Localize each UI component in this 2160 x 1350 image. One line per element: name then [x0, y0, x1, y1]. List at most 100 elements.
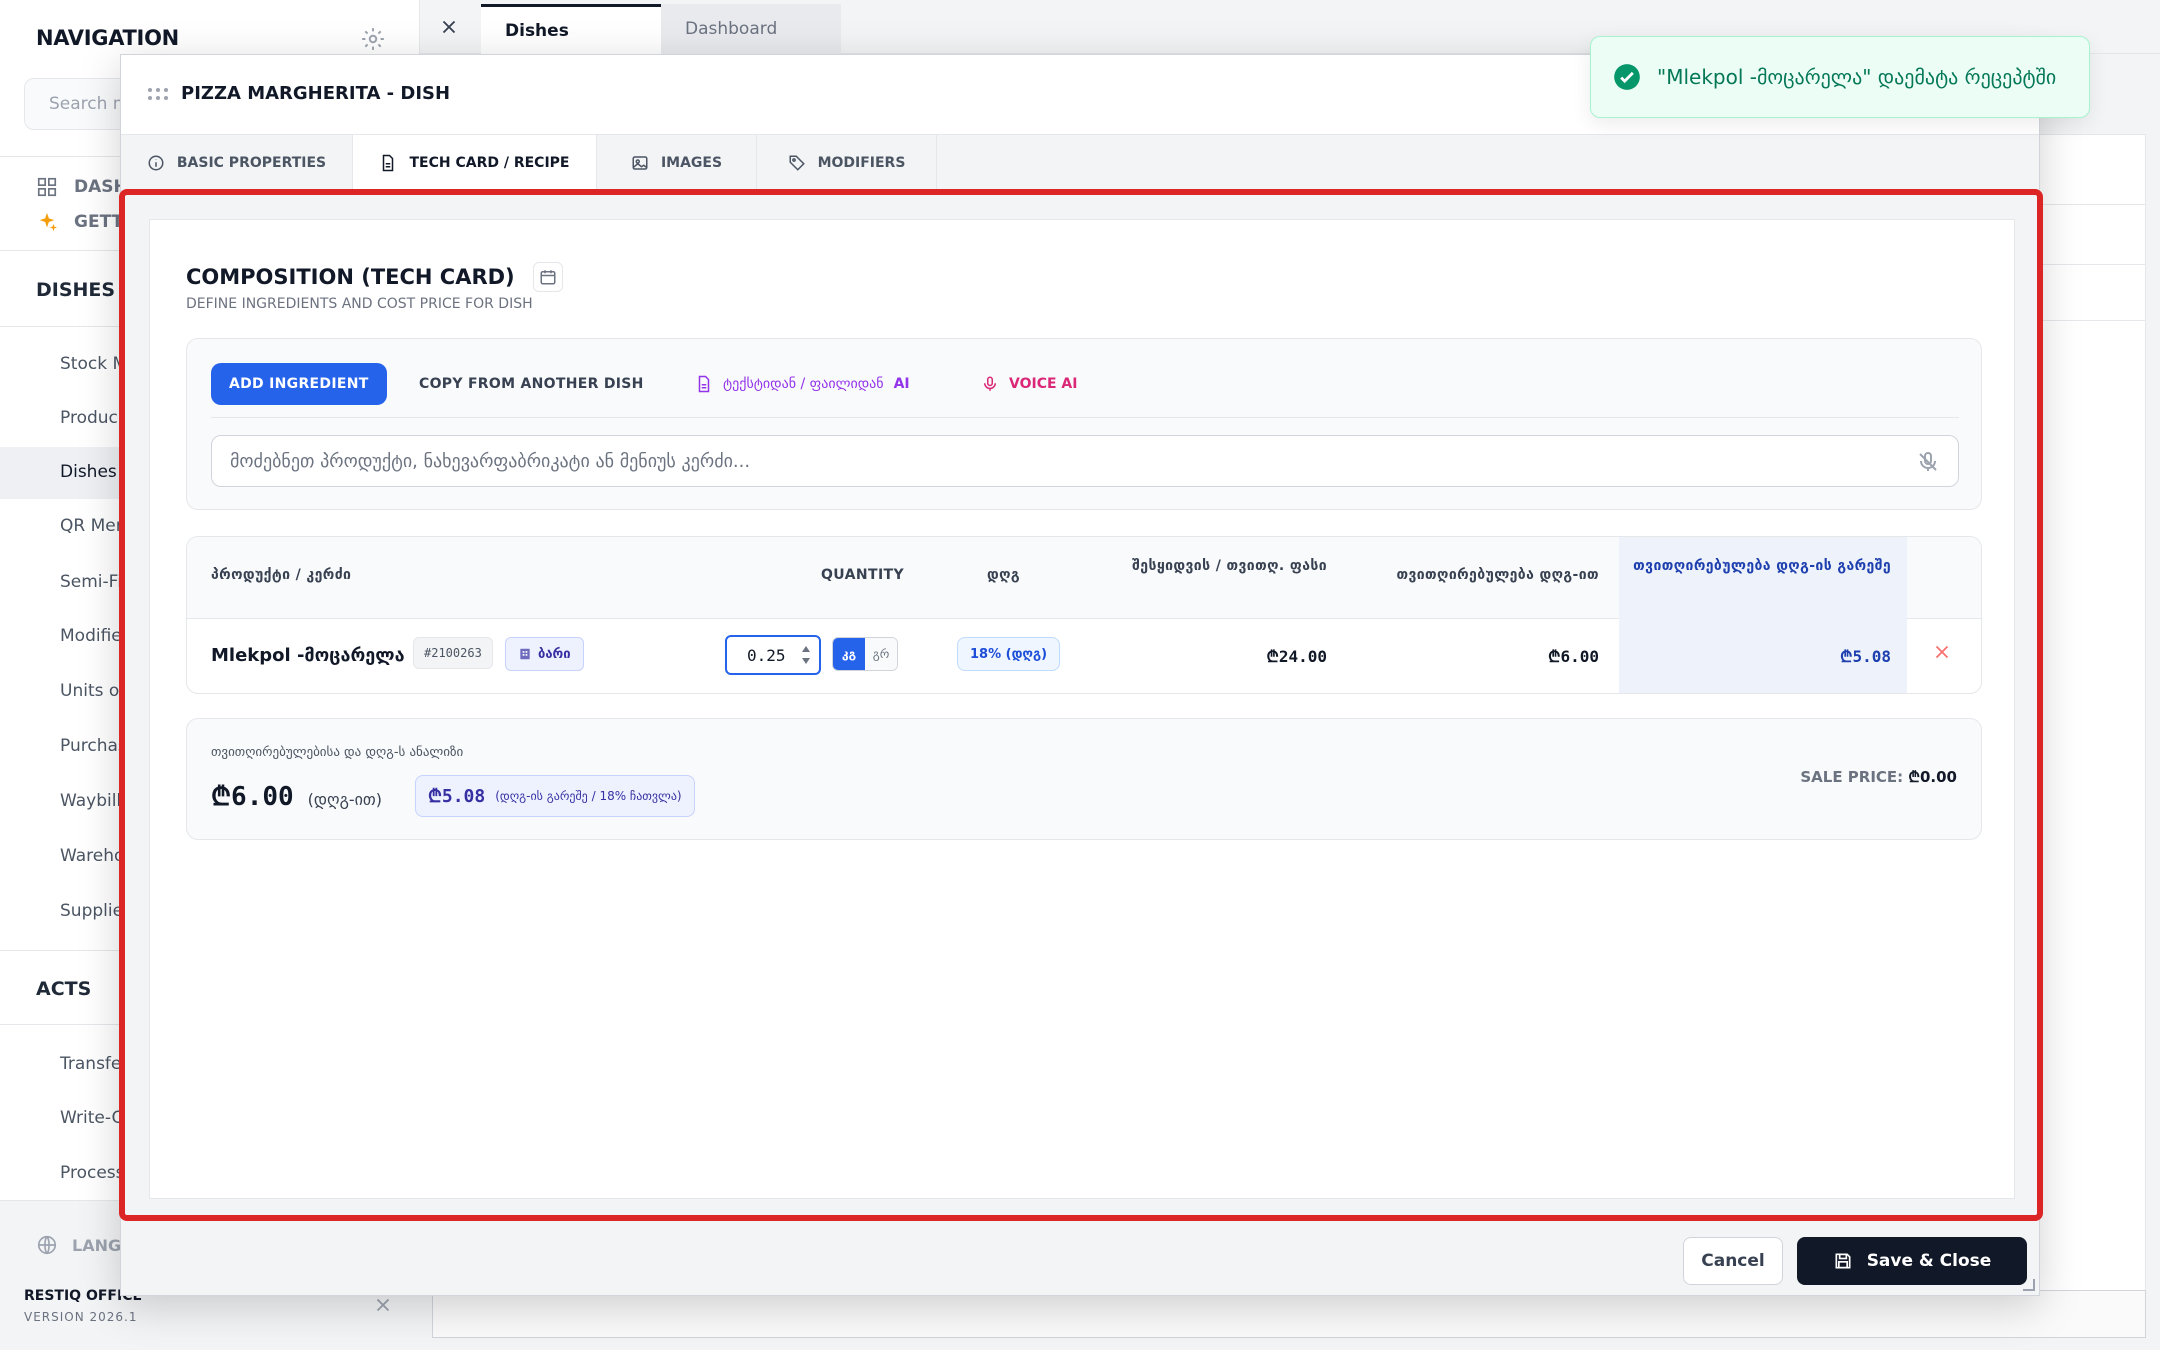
- sidebar-item-transfers[interactable]: Transfe: [60, 1054, 121, 1074]
- tab-modifiers[interactable]: MODIFIERS: [757, 135, 937, 191]
- nav-title: NAVIGATION: [36, 26, 179, 50]
- ai-import-label: ტექსტიდან / ფაილიდან: [723, 376, 884, 392]
- sidebar-item-products[interactable]: Produc: [60, 408, 118, 428]
- sidebar-item-qr-menu[interactable]: QR Men: [60, 516, 127, 536]
- composition-card: COMPOSITION (TECH CARD) DEFINE INGREDIEN…: [149, 219, 2015, 1199]
- drag-handle-icon[interactable]: [147, 87, 169, 101]
- th-quantity: QUANTITY: [821, 567, 905, 583]
- th-cost-no-vat: თვითღირებულება დღგ-ის გარეშე: [1633, 558, 1891, 574]
- building-icon: [520, 648, 530, 660]
- summary-no-vat-badge: ₾5.08 (დღგ-ის გარეშე / 18% ჩათვლა): [415, 775, 695, 817]
- total-without-vat: ₾5.08: [428, 786, 486, 807]
- tab-images[interactable]: IMAGES: [597, 135, 757, 191]
- calendar-icon: [540, 270, 556, 285]
- composition-title-text: COMPOSITION (TECH CARD): [186, 265, 515, 289]
- toast-message: "Mlekpol -მოცარელა" დაემატა რეცეპტში: [1657, 65, 2057, 89]
- quantity-input[interactable]: 0.25: [725, 635, 821, 675]
- success-toast: "Mlekpol -მოცარელა" დაემატა რეცეპტში: [1590, 36, 2090, 118]
- spinner-arrows-icon[interactable]: [801, 643, 811, 667]
- th-price: შესყიდვის / თვითღ. ფასი: [1132, 558, 1327, 574]
- cost-without-vat: ₾5.08: [1840, 647, 1891, 666]
- quantity-value: 0.25: [747, 645, 786, 665]
- microphone-icon: [984, 376, 996, 391]
- store-label: ბარი: [538, 646, 571, 662]
- divider: [2036, 264, 2146, 265]
- document-icon: [383, 154, 394, 172]
- sidebar-item-warehouses[interactable]: Wareho: [60, 846, 124, 866]
- sidebar-item-modifiers[interactable]: Modifie: [60, 626, 122, 646]
- close-icon[interactable]: [438, 16, 460, 38]
- sidebar-item-getting-started[interactable]: GETT: [36, 207, 123, 237]
- tab-label: TECH CARD / RECIPE: [409, 155, 570, 171]
- th-vat: დღგ: [987, 567, 1020, 583]
- composition-subtitle: DEFINE INGREDIENTS AND COST PRICE FOR DI…: [186, 296, 533, 312]
- sparkle-icon: [39, 212, 58, 232]
- tab-tech-card[interactable]: TECH CARD / RECIPE: [353, 135, 597, 191]
- unit-g[interactable]: გრ: [865, 638, 897, 670]
- divider: [2036, 320, 2146, 321]
- ai-import-button[interactable]: ტექსტიდან / ფაილიდან AI: [695, 363, 910, 405]
- summary-label: თვითღირებულებისა და დღგ-ს ანალიზი: [211, 745, 464, 760]
- ingredient-search-placeholder: მოძებნეთ პროდუქტი, ნახევარფაბრიკატი ან მ…: [230, 450, 751, 472]
- tab-dishes[interactable]: Dishes: [481, 4, 661, 54]
- sidebar-item-units[interactable]: Units o: [60, 681, 119, 701]
- add-ingredient-button[interactable]: ADD INGREDIENT: [211, 363, 387, 405]
- image-icon: [632, 156, 648, 170]
- unit-toggle[interactable]: კგ გრ: [832, 637, 898, 671]
- voice-ai-button[interactable]: VOICE AI: [981, 363, 1077, 405]
- unit-kg[interactable]: კგ: [833, 638, 865, 670]
- check-circle-icon: [1614, 64, 1640, 90]
- ai-suffix: AI: [893, 376, 910, 392]
- tab-label: BASIC PROPERTIES: [176, 155, 327, 171]
- save-close-button[interactable]: Save & Close: [1797, 1237, 2027, 1285]
- summary-total-vat: ₾6.00 (დღგ-ით): [211, 777, 382, 813]
- sale-price-value: ₾0.00: [1908, 768, 1957, 786]
- voice-ai-label: VOICE AI: [1009, 376, 1078, 392]
- sidebar-item-suppliers[interactable]: Supplie: [60, 901, 123, 921]
- background-panel: [2036, 134, 2146, 1332]
- cost-with-vat: ₾6.00: [1548, 647, 1599, 666]
- mic-off-icon[interactable]: [1916, 450, 1940, 474]
- ingredient-search-input[interactable]: მოძებნეთ პროდუქტი, ნახევარფაბრიკატი ან მ…: [211, 435, 1959, 487]
- calendar-button[interactable]: [532, 262, 563, 292]
- vat-badge[interactable]: 18% (დღგ): [957, 637, 1061, 671]
- close-icon[interactable]: [372, 1294, 394, 1316]
- tab-basic-properties[interactable]: BASIC PROPERTIES: [121, 135, 353, 191]
- modal-tabs: BASIC PROPERTIES TECH CARD / RECIPE IMAG…: [121, 135, 2039, 191]
- total-without-vat-caption: (დღგ-ის გარეშე / 18% ჩათვლა): [495, 789, 682, 803]
- sale-price: SALE PRICE: ₾0.00: [1800, 767, 1957, 787]
- tab-label: IMAGES: [660, 155, 723, 171]
- delete-row-icon[interactable]: [1931, 641, 1953, 663]
- tab-label: MODIFIERS: [817, 155, 906, 171]
- modal-footer: Cancel Save & Close: [121, 1229, 2039, 1295]
- store-badge: ბარი: [505, 637, 584, 671]
- cancel-button[interactable]: Cancel: [1683, 1237, 1783, 1285]
- sidebar-item-waybills[interactable]: Waybill: [60, 791, 121, 811]
- tech-card-panel: COMPOSITION (TECH CARD) DEFINE INGREDIEN…: [119, 189, 2043, 1221]
- sidebar-item-write-offs[interactable]: Write-O: [60, 1108, 125, 1128]
- sidebar-item-stock[interactable]: Stock M: [60, 354, 127, 374]
- sidebar-item-semi-finished[interactable]: Semi-Fi: [60, 572, 122, 592]
- tab-dashboard[interactable]: Dashboard: [661, 4, 841, 54]
- copy-from-dish-button[interactable]: COPY FROM ANOTHER DISH: [419, 363, 644, 405]
- divider: [2036, 204, 2146, 205]
- resize-handle[interactable]: [2023, 1279, 2035, 1291]
- sidebar-item-dashboard[interactable]: DASH: [36, 172, 128, 202]
- sidebar-section-acts[interactable]: ACTS: [36, 978, 91, 1000]
- sidebar-item-processing[interactable]: Process: [60, 1163, 125, 1183]
- purchase-price: ₾24.00: [1266, 647, 1327, 666]
- globe-icon: [37, 1235, 57, 1255]
- sidebar-item-dishes[interactable]: Dishes: [60, 462, 117, 482]
- sidebar-item-label: GETT: [74, 212, 124, 232]
- ingredient-actions: ADD INGREDIENT COPY FROM ANOTHER DISH ტე…: [186, 338, 1982, 510]
- gear-icon[interactable]: [360, 26, 386, 52]
- th-cost-vat: თვითღირებულება დღგ-ით: [1396, 567, 1599, 583]
- tag-icon: [789, 155, 805, 171]
- ingredients-table: პროდუქტი / კერძი QUANTITY დღგ შესყიდვის …: [186, 536, 1982, 694]
- version-label: VERSION 2026.1: [24, 1310, 138, 1324]
- divider: [211, 417, 1959, 418]
- composition-title: COMPOSITION (TECH CARD): [186, 262, 563, 292]
- ingredient-code: #2100263: [413, 637, 493, 669]
- save-icon: [1835, 1253, 1851, 1269]
- sidebar-item-purchases[interactable]: Purchas: [60, 736, 127, 756]
